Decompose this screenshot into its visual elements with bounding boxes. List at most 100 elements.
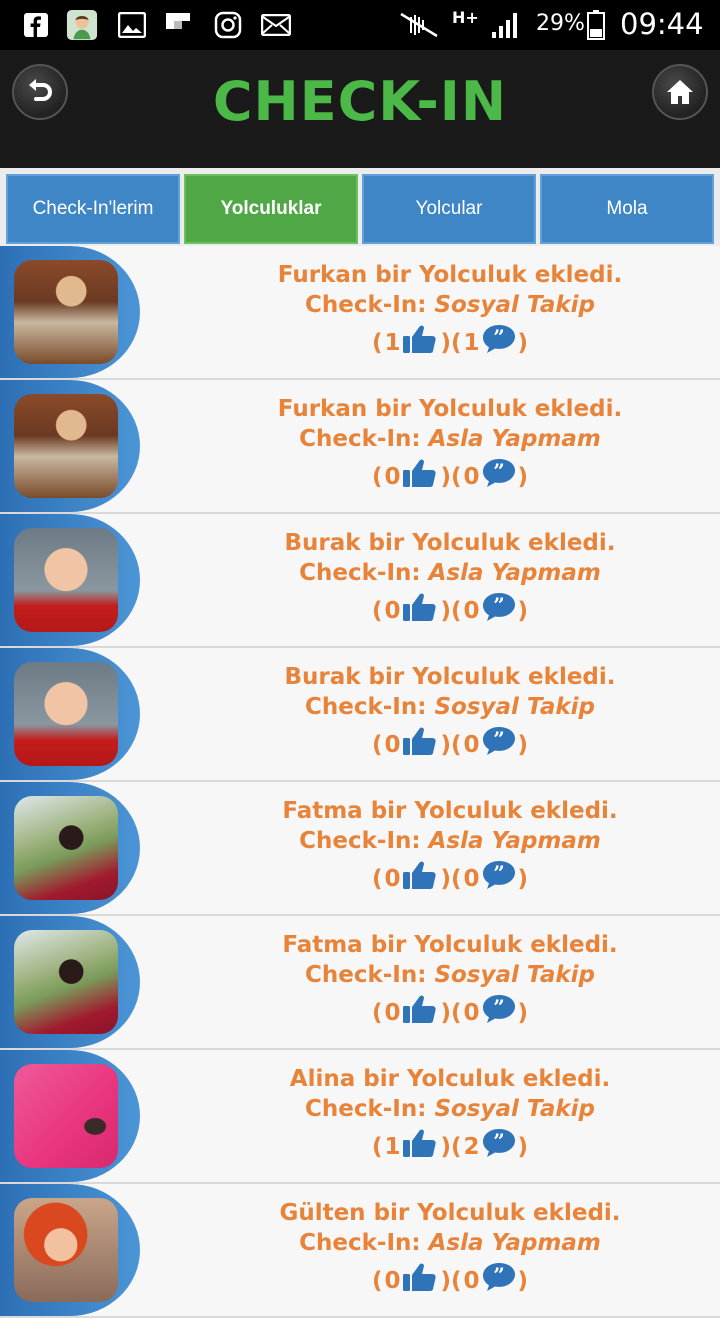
thumbs-up-icon[interactable]	[402, 860, 438, 898]
likes-open: (	[371, 1268, 383, 1294]
comments-close: )	[517, 598, 529, 624]
feed-item[interactable]: Burak bir Yolculuk ekledi. Check-In: Sos…	[0, 648, 720, 782]
avatar[interactable]	[14, 662, 118, 766]
avatar[interactable]	[14, 796, 118, 900]
feed-item-counts: (1 )(2 ” )	[372, 1128, 528, 1166]
comment-quote-icon[interactable]: ”	[482, 1128, 516, 1166]
checkin-value: Asla Yapmam	[428, 828, 601, 854]
comment-quote-icon[interactable]: ”	[482, 324, 516, 362]
status-bar: H+ 29% 09:44	[0, 0, 720, 50]
comments-close: )	[517, 866, 529, 892]
checkin-label: Check-In:	[304, 1096, 435, 1122]
comment-quote-icon[interactable]: ”	[482, 726, 516, 764]
feed-item[interactable]: Furkan bir Yolculuk ekledi. Check-In: As…	[0, 380, 720, 514]
thumbs-up-icon[interactable]	[402, 994, 438, 1032]
comments-close: )	[517, 1134, 529, 1160]
thumbs-up-icon[interactable]	[402, 592, 438, 630]
svg-text:”: ”	[493, 325, 505, 349]
comment-quote-icon[interactable]: ”	[482, 592, 516, 630]
feed-item[interactable]: Furkan bir Yolculuk ekledi. Check-In: So…	[0, 246, 720, 380]
thumbs-up-icon[interactable]	[402, 1128, 438, 1166]
avatar[interactable]	[14, 1198, 118, 1302]
svg-text:”: ”	[493, 861, 505, 885]
feed-item-checkin: Check-In: Asla Yapmam	[150, 826, 720, 856]
avatar[interactable]	[14, 394, 118, 498]
feed-item-title: Furkan bir Yolculuk ekledi.	[277, 262, 623, 288]
feed-item-checkin: Check-In: Asla Yapmam	[150, 424, 720, 454]
likes-open: (	[371, 1134, 383, 1160]
home-button[interactable]	[652, 64, 708, 120]
checkin-label: Check-In:	[304, 292, 435, 318]
mail-icon	[260, 10, 292, 40]
gallery-icon	[116, 10, 148, 40]
app-header: CHECK-IN	[0, 50, 720, 168]
likes-open: (	[371, 330, 383, 356]
likes-open: (	[371, 732, 383, 758]
comment-quote-icon[interactable]: ”	[482, 860, 516, 898]
tab-yolculuklar[interactable]: Yolculuklar	[184, 174, 358, 244]
thumbs-up-icon[interactable]	[402, 1262, 438, 1300]
likes-close: )(	[440, 1000, 462, 1026]
feed-item[interactable]: Alina bir Yolculuk ekledi. Check-In: Sos…	[0, 1050, 720, 1184]
clock: 09:44	[620, 7, 704, 41]
feed-item[interactable]: Gülten bir Yolculuk ekledi. Check-In: As…	[0, 1184, 720, 1318]
checkin-value: Sosyal Takip	[434, 694, 596, 720]
tab-mola[interactable]: Mola	[540, 174, 714, 244]
avatar[interactable]	[14, 1064, 118, 1168]
comment-count: 0	[463, 732, 480, 758]
svg-text:”: ”	[493, 1129, 505, 1153]
checkin-label: Check-In:	[304, 962, 435, 988]
feed-item-title: Burak bir Yolculuk ekledi.	[284, 530, 616, 556]
feed-item-text: Furkan bir Yolculuk ekledi. Check-In: As…	[150, 394, 720, 496]
feed-item-counts: (0 )(0 ” )	[372, 860, 528, 898]
avatar[interactable]	[14, 260, 118, 364]
like-count: 1	[384, 1134, 401, 1160]
like-count: 0	[384, 598, 401, 624]
thumbs-up-icon[interactable]	[402, 324, 438, 362]
feed-item[interactable]: Fatma bir Yolculuk ekledi. Check-In: Asl…	[0, 782, 720, 916]
feed-item-counts: (0 )(0 ” )	[372, 994, 528, 1032]
tab-check-inlerim[interactable]: Check-In'lerim	[6, 174, 180, 244]
likes-open: (	[371, 598, 383, 624]
likes-close: )(	[440, 866, 462, 892]
avatar[interactable]	[14, 930, 118, 1034]
thumbs-up-icon[interactable]	[402, 726, 438, 764]
likes-close: )(	[440, 330, 462, 356]
feed-item-checkin: Check-In: Sosyal Takip	[150, 1094, 720, 1124]
comment-quote-icon[interactable]: ”	[482, 994, 516, 1032]
comment-quote-icon[interactable]: ”	[482, 1262, 516, 1300]
feed-item-text: Furkan bir Yolculuk ekledi. Check-In: So…	[150, 260, 720, 362]
mute-icon	[396, 10, 442, 40]
like-count: 0	[384, 464, 401, 490]
checkin-value: Asla Yapmam	[428, 560, 601, 586]
checkin-label: Check-In:	[299, 426, 429, 452]
comment-count: 2	[463, 1134, 480, 1160]
comment-count: 1	[463, 330, 480, 356]
feed-item[interactable]: Fatma bir Yolculuk ekledi. Check-In: Sos…	[0, 916, 720, 1050]
feed-item-checkin: Check-In: Sosyal Takip	[150, 960, 720, 990]
feed-item-checkin: Check-In: Asla Yapmam	[150, 1228, 720, 1258]
home-icon	[667, 80, 693, 104]
avatar[interactable]	[14, 528, 118, 632]
feed-item-text: Burak bir Yolculuk ekledi. Check-In: Sos…	[150, 662, 720, 764]
tab-yolcular[interactable]: Yolcular	[362, 174, 536, 244]
comment-count: 0	[463, 1000, 480, 1026]
svg-text:”: ”	[493, 1263, 505, 1287]
network-type: H+	[452, 8, 479, 27]
feed-item[interactable]: Burak bir Yolculuk ekledi. Check-In: Asl…	[0, 514, 720, 648]
comment-quote-icon[interactable]: ”	[482, 458, 516, 496]
comment-count: 0	[463, 464, 480, 490]
comments-close: )	[517, 464, 529, 490]
thumbs-up-icon[interactable]	[402, 458, 438, 496]
feed-item-title: Fatma bir Yolculuk ekledi.	[282, 798, 618, 824]
likes-open: (	[371, 1000, 383, 1026]
app-logo: CHECK-IN	[212, 70, 508, 133]
like-count: 0	[384, 866, 401, 892]
feed-item-counts: (0 )(0 ” )	[372, 592, 528, 630]
tab-bar: Check-In'lerim Yolculuklar Yolcular Mola	[0, 168, 720, 248]
checkin-value: Asla Yapmam	[428, 1230, 601, 1256]
app-avatar-icon	[66, 9, 98, 41]
like-count: 0	[384, 732, 401, 758]
facebook-icon	[20, 10, 52, 40]
feed-item-title: Burak bir Yolculuk ekledi.	[284, 664, 616, 690]
